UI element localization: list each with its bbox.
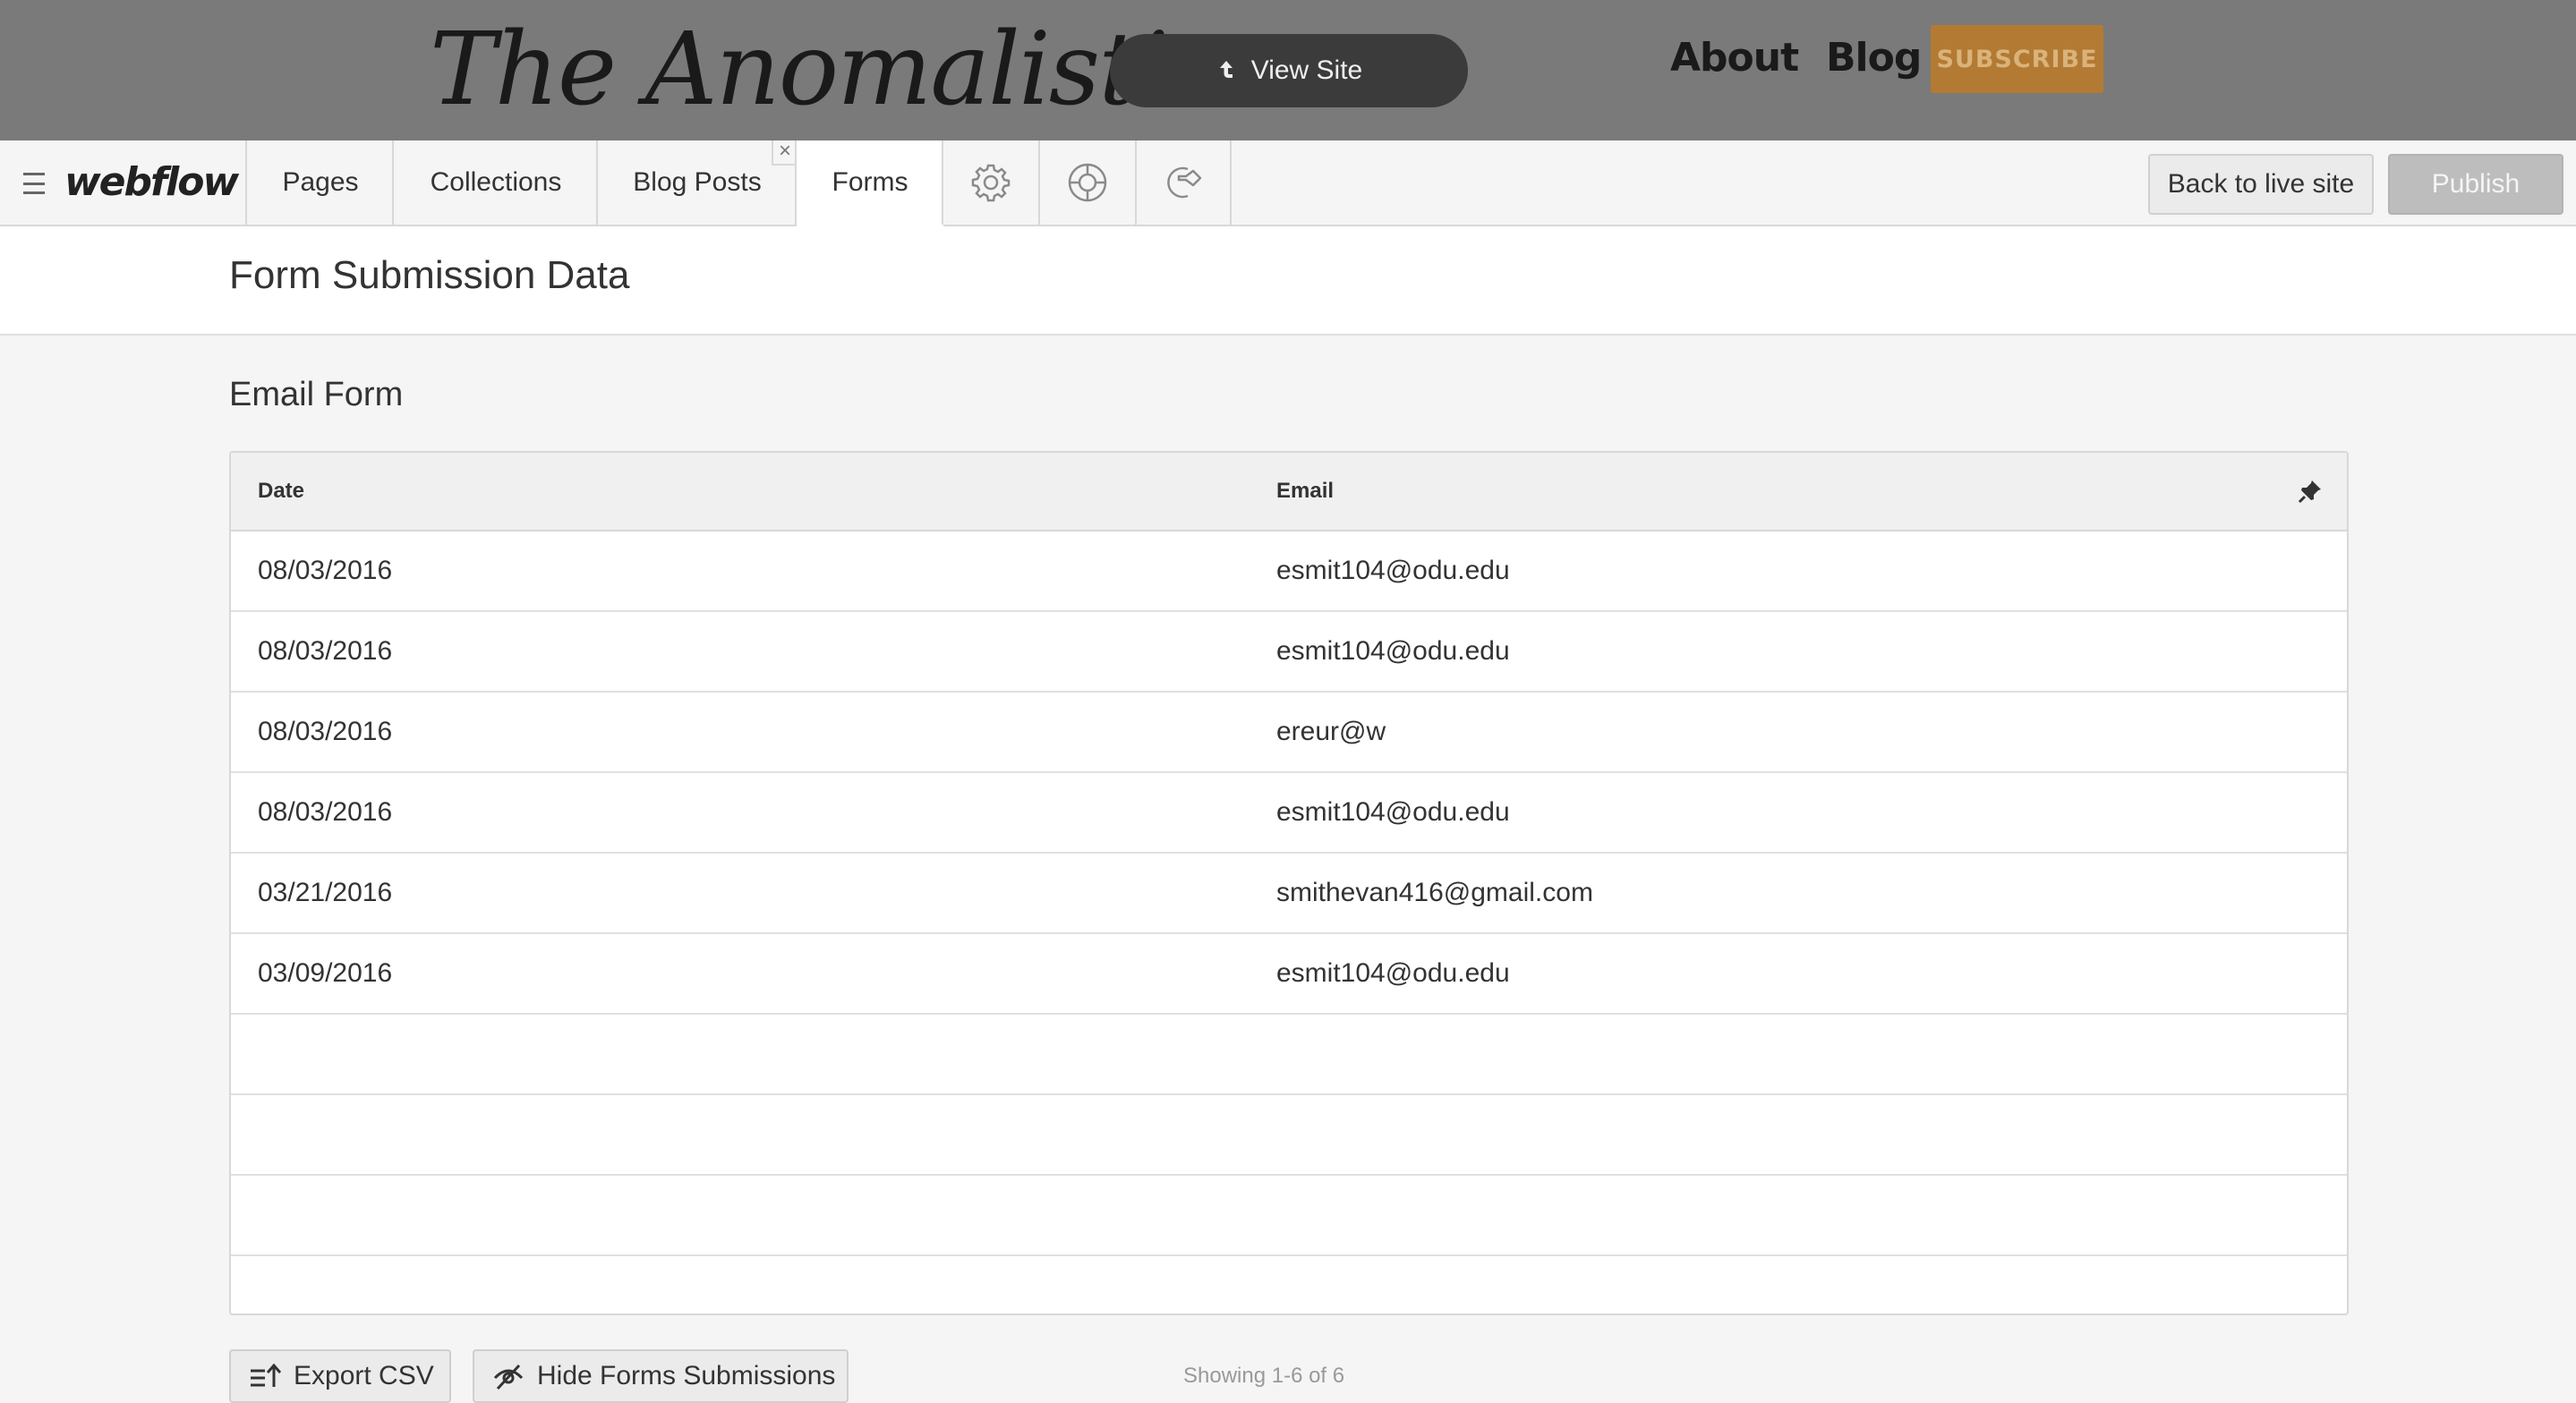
cell-email: esmit104@odu.edu (1276, 958, 1510, 988)
eye-hidden-icon (493, 1364, 524, 1390)
page-header: Form Submission Data (0, 226, 2576, 336)
cell-date: 03/21/2016 (258, 878, 393, 907)
subscribe-button[interactable]: SUBSCRIBE (1931, 25, 2103, 93)
cell-date: 03/09/2016 (258, 958, 393, 988)
settings-tab[interactable] (942, 140, 1038, 225)
arrow-up-icon (1219, 61, 1233, 78)
table-row-empty (231, 1015, 2347, 1095)
tab-forms[interactable]: Forms (795, 140, 943, 226)
pin-icon[interactable] (2297, 478, 2324, 505)
column-header-date[interactable]: Date (258, 453, 304, 530)
export-csv-label: Export CSV (294, 1361, 434, 1390)
cell-email: ereur@w (1276, 717, 1386, 746)
hide-submissions-label: Hide Forms Submissions (537, 1361, 836, 1390)
table-row-empty (231, 1176, 2347, 1256)
cell-date: 08/03/2016 (258, 556, 393, 585)
menu-icon[interactable] (23, 173, 45, 194)
cell-email: smithevan416@gmail.com (1276, 878, 1593, 907)
editor-toolbar: webflow Pages Collections Blog Posts × F… (0, 140, 2576, 226)
tab-collections[interactable]: Collections (392, 140, 598, 225)
logout-tab[interactable] (1135, 140, 1232, 225)
export-icon (251, 1363, 281, 1387)
submissions-table: Date Email 08/03/2016 esmit104@odu.edu 0… (229, 451, 2349, 1315)
pagination-status: Showing 1-6 of 6 (1183, 1364, 1345, 1388)
site-logo: The Anomalistic (430, 12, 1224, 128)
tab-blog-posts-label: Blog Posts (633, 167, 762, 197)
table-row: 08/03/2016 esmit104@odu.edu (231, 612, 2347, 693)
hide-submissions-button[interactable]: Hide Forms Submissions (473, 1349, 849, 1403)
table-row-empty (231, 1256, 2347, 1314)
cell-date: 08/03/2016 (258, 717, 393, 746)
table-row: 08/03/2016 esmit104@odu.edu (231, 773, 2347, 854)
tab-pages[interactable]: Pages (245, 140, 394, 225)
close-icon[interactable]: × (772, 140, 797, 166)
webflow-logo: webflow (64, 159, 239, 205)
gear-icon (971, 164, 1011, 202)
cell-email: esmit104@odu.edu (1276, 556, 1510, 585)
view-site-label: View Site (1250, 55, 1363, 85)
column-header-email[interactable]: Email (1276, 453, 1334, 530)
help-tab[interactable] (1038, 140, 1135, 225)
cell-date: 08/03/2016 (258, 797, 393, 827)
page-title: Form Submission Data (229, 253, 630, 297)
logout-icon (1167, 166, 1202, 199)
table-row-empty (231, 1095, 2347, 1176)
table-row: 08/03/2016 ereur@w (231, 693, 2347, 773)
table-row: 03/09/2016 esmit104@odu.edu (231, 934, 2347, 1015)
site-nav-about[interactable]: About (1670, 27, 1799, 89)
cell-date: 08/03/2016 (258, 636, 393, 666)
publish-button[interactable]: Publish (2388, 154, 2563, 215)
table-row: 03/21/2016 smithevan416@gmail.com (231, 854, 2347, 934)
export-csv-button[interactable]: Export CSV (229, 1349, 451, 1403)
site-preview-bar: The Anomalistic View Site About Blog SUB… (0, 0, 2576, 140)
tab-blog-posts[interactable]: Blog Posts × (596, 140, 797, 225)
site-nav-blog[interactable]: Blog (1826, 27, 1922, 89)
view-site-button[interactable]: View Site (1110, 34, 1468, 107)
help-lifebuoy-icon (1068, 163, 1107, 202)
back-to-live-site-button[interactable]: Back to live site (2148, 154, 2374, 215)
table-row: 08/03/2016 esmit104@odu.edu (231, 531, 2347, 612)
cell-email: esmit104@odu.edu (1276, 797, 1510, 827)
table-header: Date Email (231, 453, 2347, 531)
cell-email: esmit104@odu.edu (1276, 636, 1510, 666)
form-name-heading: Email Form (229, 376, 404, 413)
